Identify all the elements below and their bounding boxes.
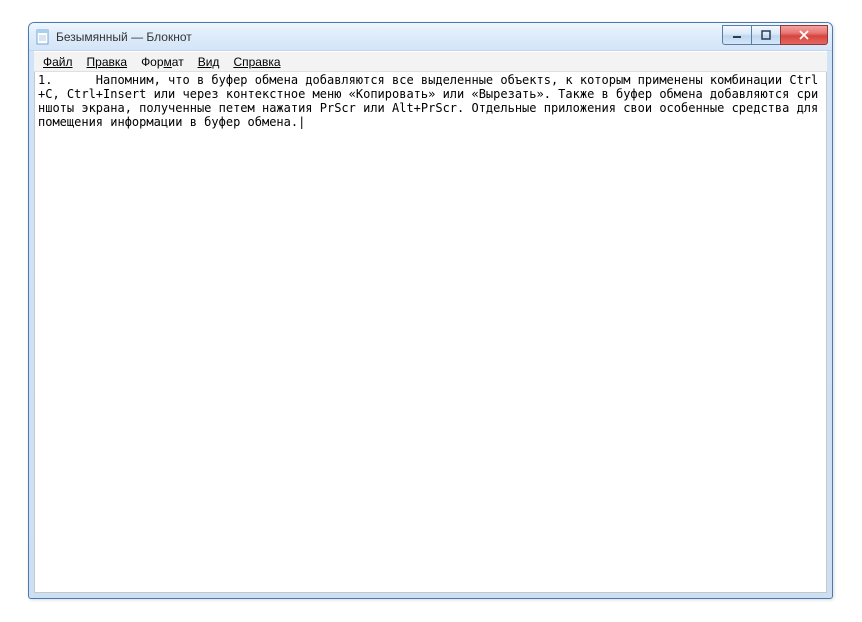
menu-help[interactable]: Справка [226,54,287,70]
close-button[interactable] [780,25,828,45]
menubar: Файл Правка Формат Вид Справка [34,51,827,72]
text-editor[interactable] [35,72,826,592]
notepad-icon [35,29,51,45]
menu-edit[interactable]: Правка [80,54,135,70]
window-title: Безымянный — Блокнот [56,30,723,44]
notepad-window: Безымянный — Блокнот Файл Правка Формат [28,22,833,599]
client-area [34,72,827,593]
menu-file[interactable]: Файл [36,54,80,70]
titlebar[interactable]: Безымянный — Блокнот [29,23,832,51]
close-icon [798,30,810,40]
minimize-button[interactable] [722,25,752,45]
minimize-icon [732,30,742,40]
maximize-icon [761,30,771,40]
maximize-button[interactable] [751,25,781,45]
menu-view[interactable]: Вид [191,54,227,70]
window-controls [723,25,828,45]
menu-format[interactable]: Формат [134,54,191,70]
